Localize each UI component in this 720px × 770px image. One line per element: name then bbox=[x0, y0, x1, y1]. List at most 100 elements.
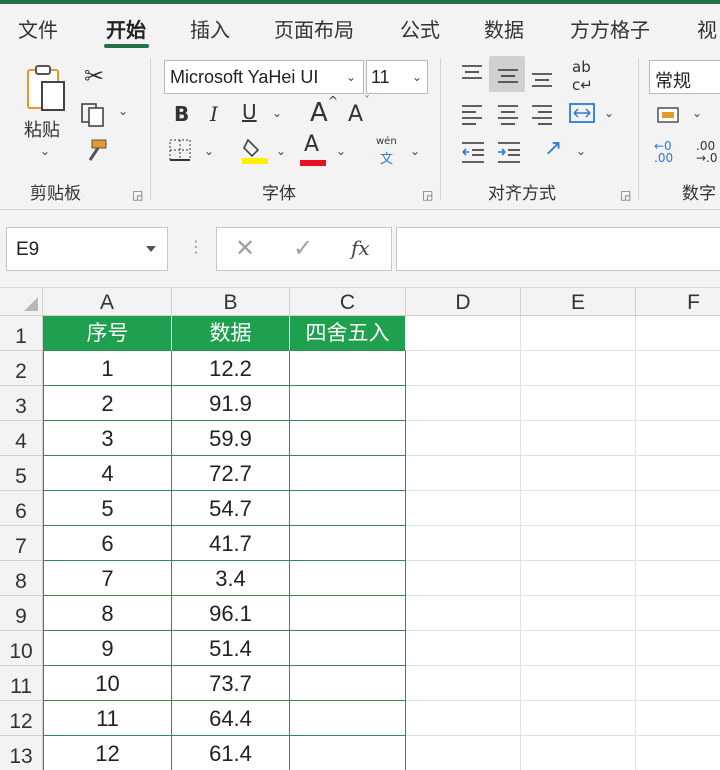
underline-button[interactable]: U bbox=[242, 100, 257, 124]
accounting-dropdown-icon[interactable]: ⌄ bbox=[692, 106, 702, 120]
tab-view[interactable]: 视 bbox=[697, 14, 717, 43]
empty-cell[interactable] bbox=[521, 631, 636, 666]
empty-cell[interactable] bbox=[521, 316, 636, 351]
empty-cell[interactable] bbox=[636, 666, 720, 701]
column-header-f[interactable]: F bbox=[636, 288, 720, 316]
empty-cell[interactable] bbox=[636, 421, 720, 456]
empty-cell[interactable] bbox=[521, 561, 636, 596]
decrease-indent-icon[interactable] bbox=[460, 140, 486, 164]
font-name-dropdown-icon[interactable]: ⌄ bbox=[346, 70, 356, 84]
table-cell[interactable]: 54.7 bbox=[172, 491, 290, 526]
row-header[interactable]: 4 bbox=[0, 421, 43, 456]
decrease-decimal-icon[interactable]: .00 →.0 bbox=[696, 140, 718, 164]
table-header-cell[interactable]: 序号 bbox=[43, 316, 172, 351]
underline-dropdown-icon[interactable]: ⌄ bbox=[272, 106, 282, 120]
tab-home[interactable]: 开始 bbox=[106, 14, 146, 43]
table-cell[interactable]: 41.7 bbox=[172, 526, 290, 561]
empty-cell[interactable] bbox=[636, 561, 720, 596]
align-right-icon[interactable] bbox=[530, 102, 554, 126]
insert-function-button[interactable]: fx bbox=[351, 236, 370, 260]
table-cell[interactable]: 12 bbox=[43, 736, 172, 770]
table-cell[interactable]: 1 bbox=[43, 351, 172, 386]
table-cell[interactable]: 7 bbox=[43, 561, 172, 596]
tab-data[interactable]: 数据 bbox=[484, 14, 524, 43]
tab-insert[interactable]: 插入 bbox=[190, 14, 230, 43]
font-launcher-icon[interactable]: ◲ bbox=[422, 188, 433, 202]
table-cell[interactable]: 2 bbox=[43, 386, 172, 421]
table-cell[interactable]: 4 bbox=[43, 456, 172, 491]
empty-cell[interactable] bbox=[406, 736, 521, 770]
row-header[interactable]: 8 bbox=[0, 561, 43, 596]
tab-fangfang[interactable]: 方方格子 bbox=[570, 14, 650, 43]
row-header[interactable]: 3 bbox=[0, 386, 43, 421]
increase-decimal-icon[interactable]: ←0.00 bbox=[654, 140, 673, 164]
formula-input[interactable] bbox=[396, 227, 720, 271]
row-header[interactable]: 9 bbox=[0, 596, 43, 631]
table-cell[interactable] bbox=[290, 631, 406, 666]
row-header[interactable]: 7 bbox=[0, 526, 43, 561]
empty-cell[interactable] bbox=[406, 631, 521, 666]
table-cell[interactable]: 6 bbox=[43, 526, 172, 561]
table-cell[interactable] bbox=[290, 491, 406, 526]
cancel-icon[interactable]: ✕ bbox=[235, 234, 255, 263]
phonetic-icon[interactable]: 文 bbox=[380, 148, 393, 167]
tab-page-layout[interactable]: 页面布局 bbox=[274, 14, 354, 43]
empty-cell[interactable] bbox=[521, 386, 636, 421]
empty-cell[interactable] bbox=[636, 526, 720, 561]
grow-font-button[interactable]: A bbox=[310, 98, 328, 128]
table-cell[interactable] bbox=[290, 596, 406, 631]
column-header-b[interactable]: B bbox=[172, 288, 290, 316]
table-header-cell[interactable]: 四舍五入 bbox=[290, 316, 406, 351]
bold-button[interactable]: B bbox=[174, 102, 189, 126]
format-painter-icon[interactable] bbox=[82, 138, 110, 164]
font-name-select[interactable]: Microsoft YaHei UI bbox=[164, 60, 364, 94]
table-cell[interactable] bbox=[290, 526, 406, 561]
column-header-a[interactable]: A bbox=[43, 288, 172, 316]
empty-cell[interactable] bbox=[636, 701, 720, 736]
merge-dropdown-icon[interactable]: ⌄ bbox=[604, 106, 614, 120]
table-cell[interactable]: 12.2 bbox=[172, 351, 290, 386]
table-cell[interactable] bbox=[290, 456, 406, 491]
empty-cell[interactable] bbox=[636, 491, 720, 526]
empty-cell[interactable] bbox=[636, 596, 720, 631]
empty-cell[interactable] bbox=[636, 351, 720, 386]
alignment-launcher-icon[interactable]: ◲ bbox=[620, 188, 631, 202]
table-cell[interactable]: 3.4 bbox=[172, 561, 290, 596]
table-cell[interactable]: 61.4 bbox=[172, 736, 290, 770]
align-bottom-icon[interactable] bbox=[530, 66, 554, 90]
empty-cell[interactable] bbox=[521, 456, 636, 491]
table-cell[interactable] bbox=[290, 736, 406, 770]
fill-color-icon[interactable] bbox=[240, 134, 270, 166]
table-cell[interactable]: 91.9 bbox=[172, 386, 290, 421]
row-header[interactable]: 1 bbox=[0, 316, 43, 351]
table-cell[interactable] bbox=[290, 666, 406, 701]
empty-cell[interactable] bbox=[406, 456, 521, 491]
row-header[interactable]: 5 bbox=[0, 456, 43, 491]
column-header-e[interactable]: E bbox=[521, 288, 636, 316]
empty-cell[interactable] bbox=[406, 701, 521, 736]
empty-cell[interactable] bbox=[521, 701, 636, 736]
copy-icon[interactable] bbox=[80, 102, 108, 128]
tab-formulas[interactable]: 公式 bbox=[400, 14, 440, 43]
table-cell[interactable] bbox=[290, 561, 406, 596]
empty-cell[interactable] bbox=[406, 351, 521, 386]
table-cell[interactable]: 72.7 bbox=[172, 456, 290, 491]
accounting-format-icon[interactable] bbox=[656, 104, 684, 126]
empty-cell[interactable] bbox=[406, 386, 521, 421]
table-cell[interactable] bbox=[290, 701, 406, 736]
align-top-icon[interactable] bbox=[460, 62, 484, 86]
row-header[interactable]: 2 bbox=[0, 351, 43, 386]
empty-cell[interactable] bbox=[406, 316, 521, 351]
fill-color-dropdown-icon[interactable]: ⌄ bbox=[276, 144, 286, 158]
empty-cell[interactable] bbox=[406, 526, 521, 561]
merge-center-icon[interactable] bbox=[568, 100, 596, 126]
table-cell[interactable]: 8 bbox=[43, 596, 172, 631]
row-header[interactable]: 10 bbox=[0, 631, 43, 666]
row-header[interactable]: 12 bbox=[0, 701, 43, 736]
shrink-font-button[interactable]: A bbox=[348, 102, 363, 127]
empty-cell[interactable] bbox=[406, 421, 521, 456]
empty-cell[interactable] bbox=[521, 421, 636, 456]
table-cell[interactable]: 9 bbox=[43, 631, 172, 666]
empty-cell[interactable] bbox=[636, 631, 720, 666]
number-format-select[interactable]: 常规 bbox=[649, 60, 720, 94]
